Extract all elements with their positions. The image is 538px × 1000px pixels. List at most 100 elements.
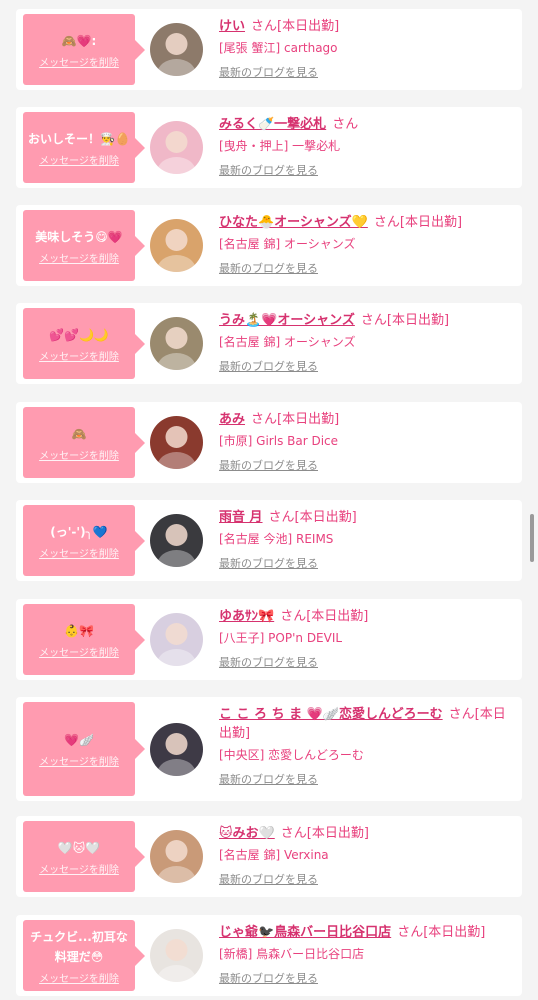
cast-name-link[interactable]: みるく🍼一撃必札 (219, 117, 326, 132)
honorific: さん (360, 313, 387, 328)
shop-name: [市原] Girls Bar Dice (219, 434, 339, 448)
latest-blog-link[interactable]: 最新のブログを見る (219, 656, 318, 670)
work-status: [本日出勤] (423, 925, 486, 940)
message-bubble: 美味しそう😋💗 メッセージを削除 (23, 210, 145, 281)
latest-blog-link[interactable]: 最新のブログを見る (219, 262, 318, 276)
message-card: チュクビ...初耳な料理だ😳 メッセージを削除 じゃ爺🐦‍⬛鳥森バー日比谷口店 さん[… (16, 915, 522, 996)
shop-name: [名古屋 錦] オーシャンズ (219, 335, 356, 349)
honorific: さん (373, 215, 400, 230)
name-line: ひなた🐣オーシャンズ💛 さん[本日出勤] (219, 213, 509, 232)
avatar[interactable] (150, 121, 203, 174)
cast-name-link[interactable]: じゃ爺🐦‍⬛鳥森バー日比谷口店 (219, 925, 391, 940)
cast-name-link[interactable]: あみ (219, 412, 245, 427)
shop-name: [名古屋 錦] Verxina (219, 848, 329, 862)
cast-info: みるく🍼一撃必札 さん [曳舟・押上] 一撃必札 最新のブログを見る (219, 115, 509, 178)
cast-name-link[interactable]: けい (219, 19, 245, 34)
message-card: 💕💕🌙🌙 メッセージを削除 うみ🏝️💗オーシャンズ さん[本日出勤] [名古屋 錦] オ… (16, 303, 522, 384)
cast-name-link[interactable]: 🐱みお🤍 (219, 826, 275, 841)
message-card: おいしそー！👨‍🍳🥚 メッセージを削除 みるく🍼一撃必札 さん [曳舟・押上] 一撃必札… (16, 107, 522, 188)
cast-info: 雨音 月さん[本日出勤] [名古屋 今池] REIMS 最新のブログを見る (219, 508, 509, 571)
message-bubble: 💕💕🌙🌙 メッセージを削除 (23, 308, 145, 379)
cast-name-link[interactable]: 雨音 月 (219, 510, 263, 525)
avatar[interactable] (150, 23, 203, 76)
message-text: 🙈💗: (61, 33, 97, 48)
message-card: (っ'-')╮💙 メッセージを削除 雨音 月さん[本日出勤] [名古屋 今池] REI… (16, 500, 522, 581)
message-bubble: 🙈 メッセージを削除 (23, 407, 145, 478)
honorific: さん (251, 412, 278, 427)
message-text: (っ'-')╮💙 (50, 524, 108, 539)
latest-blog-link[interactable]: 最新のブログを見る (219, 459, 318, 473)
delete-message-button[interactable]: メッセージを削除 (39, 644, 119, 659)
delete-message-button[interactable]: メッセージを削除 (39, 447, 119, 462)
latest-blog-link[interactable]: 最新のブログを見る (219, 557, 318, 571)
delete-message-button[interactable]: メッセージを削除 (39, 54, 119, 69)
honorific: さん (280, 609, 307, 624)
latest-blog-link[interactable]: 最新のブログを見る (219, 164, 318, 178)
latest-blog-link[interactable]: 最新のブログを見る (219, 360, 318, 374)
scrollbar[interactable] (530, 514, 534, 562)
avatar[interactable] (150, 317, 203, 370)
cast-info: あみ さん[本日出勤] [市原] Girls Bar Dice 最新のブログを見る (219, 410, 509, 473)
message-card: 👶🎀 メッセージを削除 ゆあｻﾝ🎀 さん[本日出勤] [八王子] POP'n DEVIL… (16, 599, 522, 680)
avatar[interactable] (150, 514, 203, 567)
cast-name-link[interactable]: うみ🏝️💗オーシャンズ (219, 313, 355, 328)
cast-info: じゃ爺🐦‍⬛鳥森バー日比谷口店 さん[本日出勤] [新橋] 鳥森バー日比谷口店 最新の… (219, 923, 509, 986)
honorific: さん (268, 510, 295, 525)
latest-blog-link[interactable]: 最新のブログを見る (219, 773, 318, 787)
work-status: [本日出勤] (386, 313, 450, 328)
name-line: こ こ ろ ち ま 💗🪽恋愛しんどろーむ さん[本日出勤] (219, 705, 509, 743)
latest-blog-link[interactable]: 最新のブログを見る (219, 66, 318, 80)
message-card: 💗🪽 メッセージを削除 こ こ ろ ち ま 💗🪽恋愛しんどろーむ さん[本日出勤] [中… (16, 697, 522, 801)
name-line: じゃ爺🐦‍⬛鳥森バー日比谷口店 さん[本日出勤] (219, 923, 509, 942)
honorific: さん (448, 707, 475, 722)
avatar[interactable] (150, 416, 203, 469)
latest-blog-link[interactable]: 最新のブログを見る (219, 873, 318, 887)
avatar[interactable] (150, 929, 203, 982)
cast-info: うみ🏝️💗オーシャンズ さん[本日出勤] [名古屋 錦] オーシャンズ 最新のブログを… (219, 311, 509, 374)
delete-message-button[interactable]: メッセージを削除 (39, 861, 119, 876)
avatar[interactable] (150, 830, 203, 883)
shop-name: [中央区] 恋愛しんどろーむ (219, 748, 364, 762)
shop-name: [名古屋 今池] REIMS (219, 532, 334, 546)
name-line: うみ🏝️💗オーシャンズ さん[本日出勤] (219, 311, 509, 330)
message-text: 💗🪽 (64, 733, 94, 747)
cast-name-link[interactable]: こ こ ろ ち ま 💗🪽恋愛しんどろーむ (219, 707, 443, 722)
message-card: 🤍🐱🤍 メッセージを削除 🐱みお🤍 さん[本日出勤] [名古屋 錦] Verxina 最新… (16, 816, 522, 897)
honorific: さん (280, 826, 307, 841)
message-bubble: 💗🪽 メッセージを削除 (23, 702, 145, 796)
shop-name: [新橋] 鳥森バー日比谷口店 (219, 947, 365, 961)
delete-message-button[interactable]: メッセージを削除 (39, 348, 119, 363)
name-line: みるく🍼一撃必札 さん (219, 115, 509, 134)
delete-message-button[interactable]: メッセージを削除 (39, 545, 119, 560)
message-text: おいしそー！👨‍🍳🥚 (28, 131, 130, 146)
latest-blog-link[interactable]: 最新のブログを見る (219, 972, 318, 986)
message-bubble: (っ'-')╮💙 メッセージを削除 (23, 505, 145, 576)
delete-message-button[interactable]: メッセージを削除 (39, 753, 119, 768)
message-card: 🙈 メッセージを削除 あみ さん[本日出勤] [市原] Girls Bar Dice 最新… (16, 402, 522, 483)
cast-name-link[interactable]: ゆあｻﾝ🎀 (219, 609, 274, 624)
message-text: 🤍🐱🤍 (57, 840, 101, 855)
message-card: 美味しそう😋💗 メッセージを削除 ひなた🐣オーシャンズ💛 さん[本日出勤] [名古屋 錦… (16, 205, 522, 286)
message-card: 🙈💗: メッセージを削除 けい さん[本日出勤] [尾張 蟹江] carthago 最新の… (16, 9, 522, 90)
avatar[interactable] (150, 613, 203, 666)
message-bubble: 🤍🐱🤍 メッセージを削除 (23, 821, 145, 892)
shop-name: [八王子] POP'n DEVIL (219, 631, 343, 645)
cast-info: けい さん[本日出勤] [尾張 蟹江] carthago 最新のブログを見る (219, 17, 509, 80)
message-bubble: 👶🎀 メッセージを削除 (23, 604, 145, 675)
avatar[interactable] (150, 219, 203, 272)
work-status: [本日出勤] (277, 19, 340, 34)
delete-message-button[interactable]: メッセージを削除 (39, 970, 119, 985)
avatar[interactable] (150, 723, 203, 776)
message-text: 🙈 (71, 426, 87, 441)
message-bubble: 🙈💗: メッセージを削除 (23, 14, 145, 85)
name-line: けい さん[本日出勤] (219, 17, 509, 36)
delete-message-button[interactable]: メッセージを削除 (39, 250, 119, 265)
work-status: [本日出勤] (399, 215, 463, 230)
delete-message-button[interactable]: メッセージを削除 (39, 152, 119, 167)
message-text: 👶🎀 (64, 623, 94, 638)
honorific: さん (332, 117, 359, 132)
cast-info: こ こ ろ ち ま 💗🪽恋愛しんどろーむ さん[本日出勤] [中央区] 恋愛しんどろ… (219, 705, 509, 787)
cast-name-link[interactable]: ひなた🐣オーシャンズ💛 (219, 215, 368, 230)
honorific: さん (251, 19, 278, 34)
message-text: 美味しそう😋💗 (35, 229, 123, 244)
